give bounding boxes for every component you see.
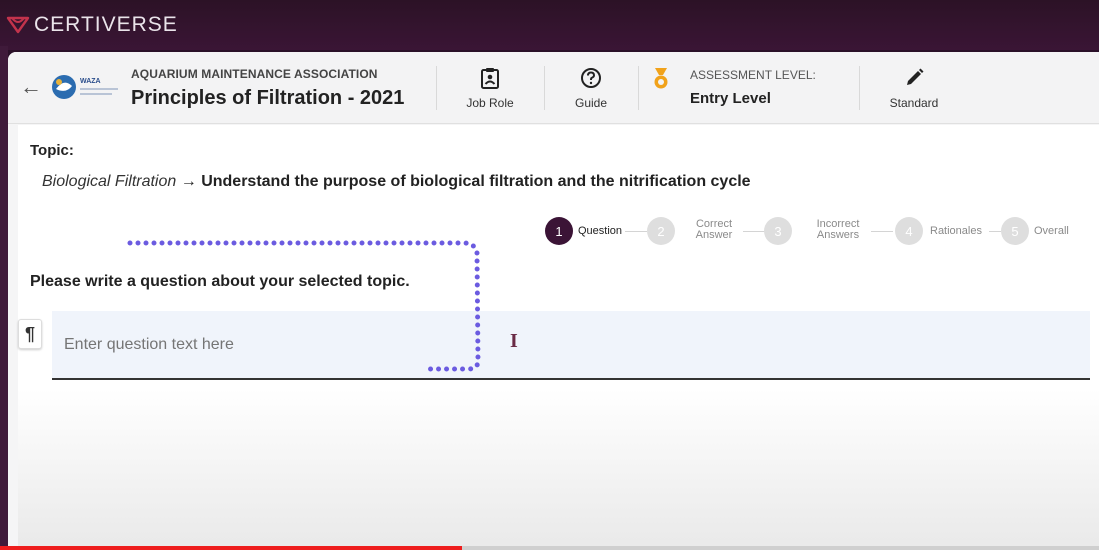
- divider: [638, 66, 639, 110]
- exam-title: Principles of Filtration - 2021: [131, 87, 405, 109]
- question-editor: Topic: Biological Filtration → Understan…: [18, 125, 1099, 550]
- help-circle-icon: [581, 68, 601, 88]
- editor-window: ← WAZA AQUARIUM MAINTENANCE ASSOCIATION …: [8, 52, 1099, 550]
- guide-label: Guide: [574, 96, 608, 110]
- org-logo: WAZA: [52, 75, 118, 99]
- standard-button[interactable]: Standard: [878, 66, 950, 110]
- medal-icon: [654, 68, 668, 89]
- divider: [859, 66, 860, 110]
- divider: [436, 66, 437, 110]
- assessment-level-value: Entry Level: [690, 90, 771, 107]
- org-logo-text: WAZA: [80, 78, 101, 85]
- job-role-button[interactable]: Job Role: [455, 66, 525, 110]
- app-topbar: CERTIVERSE: [0, 0, 1099, 50]
- standard-label: Standard: [889, 96, 939, 110]
- assessment-level-title: ASSESSMENT LEVEL:: [690, 68, 816, 82]
- dotted-highlight-annotation: [127, 240, 481, 372]
- certiverse-logo-icon: [6, 16, 30, 34]
- divider: [544, 66, 545, 110]
- back-arrow-icon[interactable]: ←: [20, 74, 42, 100]
- pencil-icon: [907, 68, 924, 85]
- org-name: AQUARIUM MAINTENANCE ASSOCIATION: [131, 67, 378, 81]
- left-edge: [0, 46, 8, 550]
- video-progress-fill: [0, 546, 462, 550]
- brand-name: CERTIVERSE: [34, 13, 178, 36]
- clipboard-badge-icon: [481, 68, 499, 89]
- guide-button[interactable]: Guide: [558, 66, 624, 110]
- job-role-label: Job Role: [466, 96, 514, 110]
- exam-header: ← WAZA AQUARIUM MAINTENANCE ASSOCIATION …: [8, 52, 1099, 124]
- video-progress-bar[interactable]: [0, 546, 1099, 550]
